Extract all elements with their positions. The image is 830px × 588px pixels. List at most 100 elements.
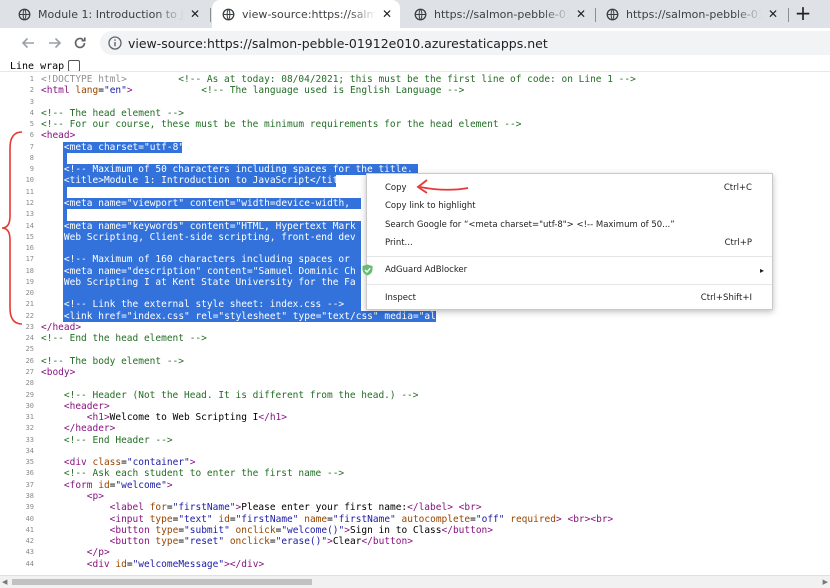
globe-icon (414, 8, 427, 20)
line-code: <label for="firstName">Please enter your… (109, 502, 482, 514)
menu-item-search-google[interactable]: Search Google for “<meta charset="utf-8"… (367, 216, 772, 234)
reload-button[interactable] (70, 33, 90, 53)
line-code: <div class="container"> (63, 457, 196, 469)
tab-site-2[interactable]: https://salmon-pebble-01912e010.azuresta… (596, 0, 786, 28)
tab-module1[interactable]: Module 1: Introduction to JavaScript ✕ (8, 0, 208, 28)
line-code: Web Scripting I at Kent State University… (41, 276, 356, 288)
line-code: </header> (63, 423, 116, 435)
source-line: 33 <!-- End Header --> (0, 435, 830, 446)
source-line: 41 <button type="submit" onclick="welcom… (0, 525, 830, 536)
line-code: <button type="reset" onclick="erase()">C… (109, 536, 413, 548)
horizontal-scrollbar[interactable]: ◀ ▶ (0, 575, 830, 588)
source-line: 22 <link href="index.css" rel="styleshee… (0, 310, 830, 322)
source-line: 35 <div class="container"> (0, 457, 830, 468)
close-icon[interactable]: ✕ (574, 7, 588, 21)
line-number: 32 (25, 424, 34, 433)
line-number: 2 (29, 86, 34, 95)
line-number: 27 (25, 368, 34, 377)
menu-item-label: Copy (385, 183, 407, 193)
line-code: <meta charset="utf-8"> (63, 141, 190, 153)
tab-view-source[interactable]: view-source:https://salmon-pebble-01912e… (212, 0, 400, 28)
info-icon[interactable] (108, 36, 122, 50)
url-text: view-source:https://salmon-pebble-01912e… (128, 35, 548, 51)
close-icon[interactable]: ✕ (380, 7, 394, 21)
line-number: 25 (25, 345, 34, 354)
line-code: <!DOCTYPE html> <!-- As at today: 08/04/… (41, 74, 636, 85)
source-line: 44 <div id="welcomeMessage"></div> (0, 559, 830, 570)
line-number: 37 (25, 480, 34, 489)
line-code: <div id="welcomeMessage"></div> (86, 558, 265, 570)
line-code: <html lang="en"> <!-- The language used … (41, 85, 465, 97)
selection-highlight (63, 243, 361, 255)
line-number: 24 (25, 334, 34, 343)
globe-icon (222, 8, 235, 20)
menu-separator (367, 284, 772, 285)
source-line: 43 </p> (0, 547, 830, 558)
scrollbar-thumb[interactable] (12, 579, 312, 585)
line-number: 44 (25, 559, 34, 568)
close-icon[interactable]: ✕ (766, 7, 780, 21)
line-code: <!-- The head element --> (41, 107, 184, 119)
source-line: 25 (0, 344, 830, 355)
line-code: <header> (63, 400, 110, 412)
globe-icon (606, 8, 619, 20)
tab-title: view-source:https://salmon-pebble-01912e… (242, 7, 376, 21)
line-code: </p> (86, 547, 110, 559)
line-code: <head> (41, 130, 76, 142)
globe-icon (18, 8, 31, 20)
line-code: <meta name="description" content="Samuel… (63, 265, 356, 277)
line-number: 35 (25, 458, 34, 467)
source-line: 7 <meta charset="utf-8"> (0, 141, 830, 153)
back-button[interactable] (18, 33, 38, 53)
source-line: 29 <!-- Header (Not the Head. It is diff… (0, 390, 830, 401)
source-line: 31 <h1>Welcome to Web Scripting I</h1> (0, 412, 830, 423)
source-line: 30 <header> (0, 401, 830, 412)
line-code: <input type="text" id="firstName" name="… (109, 513, 614, 525)
tab-site-1[interactable]: https://salmon-pebble-01912e010.azuresta… (404, 0, 594, 28)
line-code: <!-- For our course, these must be the m… (41, 119, 522, 131)
source-line: 32 </header> (0, 423, 830, 434)
selection-highlight (63, 288, 361, 300)
arrow-left-icon (21, 37, 34, 49)
selection-highlight (63, 186, 67, 198)
line-code: <!-- End Header --> (63, 434, 173, 446)
source-line: 5 <!-- For our course, these must be the … (0, 119, 830, 130)
source-line: 37 <form id="welcome"> (0, 480, 830, 491)
address-bar[interactable]: view-source:https://salmon-pebble-01912e… (100, 31, 830, 55)
scroll-right-icon[interactable]: ▶ (823, 578, 828, 586)
line-number: 33 (25, 435, 34, 444)
browser-toolbar: view-source:https://salmon-pebble-01912e… (0, 28, 830, 58)
forward-button[interactable] (45, 33, 65, 53)
selection-highlight (63, 152, 67, 165)
menu-item-copy-link[interactable]: Copy link to highlight (367, 197, 772, 215)
line-code: <form id="welcome"> (63, 479, 173, 491)
source-line: 27 <body> (0, 367, 830, 378)
tab-separator (210, 8, 211, 22)
line-number: 39 (25, 503, 34, 512)
line-code: <h1>Welcome to Web Scripting I</h1> (86, 412, 288, 424)
line-code: <title>Module 1: Introduction to JavaScr… (63, 175, 356, 187)
line-code: <meta name="viewport" content="width=dev… (63, 197, 350, 209)
submenu-arrow-icon: ▸ (759, 265, 764, 275)
line-number: 34 (25, 446, 34, 455)
menu-item-inspect[interactable]: Inspect Ctrl+Shift+I (367, 289, 772, 307)
menu-item-label: Inspect (385, 293, 416, 303)
scroll-left-icon[interactable]: ◀ (2, 578, 7, 586)
source-line: 34 (0, 446, 830, 457)
menu-item-adguard[interactable]: AdGuard AdBlocker ▸ (362, 261, 772, 279)
source-line: 42 <button type="reset" onclick="erase()… (0, 536, 830, 547)
menu-item-shortcut: Ctrl+C (723, 183, 752, 193)
line-code: <!-- Header (Not the Head. It is differe… (63, 389, 419, 401)
new-tab-button[interactable]: + (793, 3, 813, 24)
menu-item-label: Copy link to highlight (385, 201, 476, 211)
tab-title: https://salmon-pebble-01912e010.azuresta… (434, 7, 570, 21)
line-code: <button type="submit" onclick="welcome()… (109, 524, 493, 536)
line-code: </head> (41, 321, 82, 333)
line-number: 3 (29, 97, 34, 106)
close-icon[interactable]: ✕ (188, 7, 202, 21)
menu-item-label: AdGuard AdBlocker (385, 265, 468, 275)
bracket-annotation (1, 131, 23, 325)
menu-item-print[interactable]: Print... Ctrl+P (367, 234, 772, 252)
menu-item-label: Search Google for “<meta charset="utf-8"… (385, 220, 675, 230)
source-line: 3 (0, 97, 830, 108)
